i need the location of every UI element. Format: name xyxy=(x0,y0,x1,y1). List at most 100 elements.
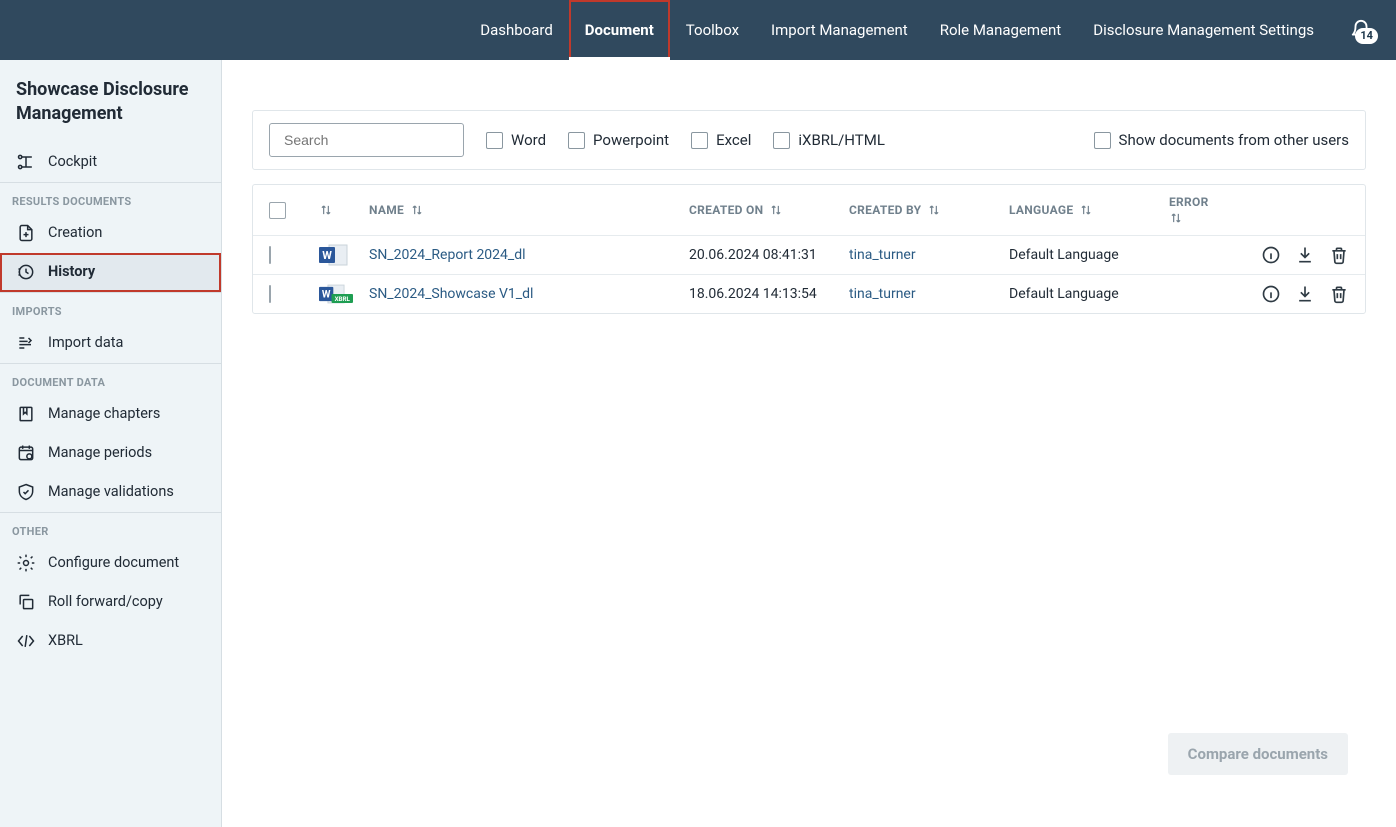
filter-powerpoint[interactable]: Powerpoint xyxy=(568,131,669,149)
checkbox-icon xyxy=(1094,132,1111,149)
cell-language: Default Language xyxy=(1009,247,1169,263)
cell-language: Default Language xyxy=(1009,286,1169,302)
search-input[interactable] xyxy=(284,132,465,148)
col-name[interactable]: NAME xyxy=(369,203,689,217)
compare-documents-button[interactable]: Compare documents xyxy=(1168,733,1348,775)
filter-excel[interactable]: Excel xyxy=(691,131,751,149)
top-navbar: Dashboard Document Toolbox Import Manage… xyxy=(0,0,1396,60)
word-xbrl-file-icon: W XBRL xyxy=(319,281,353,307)
table-header-row: NAME CREATED ON CREATED BY LANGUAGE ERRO… xyxy=(253,185,1365,235)
nav-dashboard[interactable]: Dashboard xyxy=(464,0,569,60)
download-button[interactable] xyxy=(1295,284,1315,304)
checkbox-icon xyxy=(773,132,790,149)
sidebar-item-label: Creation xyxy=(48,224,102,241)
filter-label: Show documents from other users xyxy=(1119,131,1349,149)
sidebar-item-label: Import data xyxy=(48,334,123,351)
download-button[interactable] xyxy=(1295,245,1315,265)
row-checkbox[interactable] xyxy=(269,246,271,264)
delete-button[interactable] xyxy=(1329,284,1349,304)
content-area: Word Powerpoint Excel iXBRL/HTML Show do… xyxy=(222,60,1396,827)
table-row: W SN_2024_Report 2024_dl 20.06.2024 08:4… xyxy=(253,235,1365,274)
cell-created-on: 20.06.2024 08:41:31 xyxy=(689,247,849,263)
shield-check-icon xyxy=(16,482,36,502)
sidebar-group-other: OTHER xyxy=(0,513,221,544)
sidebar-item-xbrl[interactable]: XBRL xyxy=(0,622,221,661)
sidebar-group-imports: IMPORTS xyxy=(0,293,221,324)
filter-label: iXBRL/HTML xyxy=(798,131,885,149)
col-error[interactable]: ERROR xyxy=(1169,195,1229,225)
sort-icon xyxy=(1169,211,1183,225)
checkbox-icon xyxy=(486,132,503,149)
word-file-icon: W xyxy=(319,242,353,268)
cell-created-by[interactable]: tina_turner xyxy=(849,247,1009,263)
row-checkbox[interactable] xyxy=(269,285,271,303)
filter-word[interactable]: Word xyxy=(486,131,546,149)
sidebar-item-history[interactable]: History xyxy=(0,253,221,292)
app-title: Showcase Disclosure Management xyxy=(0,60,221,143)
copy-icon xyxy=(16,592,36,612)
col-created-by[interactable]: CREATED BY xyxy=(849,203,1009,217)
sidebar-item-label: Configure document xyxy=(48,554,179,571)
sidebar: Showcase Disclosure Management Cockpit R… xyxy=(0,60,222,827)
info-button[interactable] xyxy=(1261,245,1281,265)
sort-icon xyxy=(410,203,424,217)
search-input-wrapper[interactable] xyxy=(269,123,464,157)
checkbox-icon xyxy=(691,132,708,149)
sort-icon[interactable] xyxy=(319,203,333,217)
filter-ixbrl[interactable]: iXBRL/HTML xyxy=(773,131,885,149)
svg-text:W: W xyxy=(322,249,332,262)
gear-icon xyxy=(16,553,36,573)
sidebar-group-results: RESULTS DOCUMENTS xyxy=(0,183,221,214)
history-icon xyxy=(16,262,36,282)
document-name-link[interactable]: SN_2024_Showcase V1_dl xyxy=(369,286,689,302)
nav-import-management[interactable]: Import Management xyxy=(755,0,924,60)
cell-created-on: 18.06.2024 14:13:54 xyxy=(689,286,849,302)
filter-card: Word Powerpoint Excel iXBRL/HTML Show do… xyxy=(252,110,1366,170)
documents-table: NAME CREATED ON CREATED BY LANGUAGE ERRO… xyxy=(252,184,1366,314)
sort-icon xyxy=(769,203,783,217)
sidebar-item-label: XBRL xyxy=(48,632,83,649)
document-name-link[interactable]: SN_2024_Report 2024_dl xyxy=(369,247,689,263)
sidebar-item-manage-periods[interactable]: Manage periods xyxy=(0,434,221,473)
nav-toolbox[interactable]: Toolbox xyxy=(670,0,755,60)
sidebar-item-label: History xyxy=(48,263,95,280)
col-created-on[interactable]: CREATED ON xyxy=(689,203,849,217)
bookmark-icon xyxy=(16,404,36,424)
sidebar-item-roll-forward[interactable]: Roll forward/copy xyxy=(0,583,221,622)
sort-icon xyxy=(1079,203,1093,217)
filter-label: Powerpoint xyxy=(593,131,669,149)
sidebar-item-label: Roll forward/copy xyxy=(48,593,163,610)
table-row: W XBRL SN_2024_Showcase V1_dl 18.06.2024… xyxy=(253,274,1365,313)
checkbox-icon xyxy=(568,132,585,149)
notifications-button[interactable]: 14 xyxy=(1350,19,1372,41)
import-icon xyxy=(16,333,36,353)
nav-disclosure-settings[interactable]: Disclosure Management Settings xyxy=(1077,0,1330,60)
sidebar-item-label: Manage chapters xyxy=(48,405,160,422)
nav-role-management[interactable]: Role Management xyxy=(924,0,1078,60)
delete-button[interactable] xyxy=(1329,245,1349,265)
sidebar-item-label: Manage periods xyxy=(48,444,152,461)
sidebar-item-cockpit[interactable]: Cockpit xyxy=(0,143,221,182)
info-button[interactable] xyxy=(1261,284,1281,304)
sidebar-item-configure-document[interactable]: Configure document xyxy=(0,544,221,583)
code-icon xyxy=(16,631,36,651)
cockpit-icon xyxy=(16,152,36,172)
sidebar-item-manage-chapters[interactable]: Manage chapters xyxy=(0,395,221,434)
cell-created-by[interactable]: tina_turner xyxy=(849,286,1009,302)
notification-count-badge: 14 xyxy=(1355,28,1378,44)
svg-text:XBRL: XBRL xyxy=(335,295,351,303)
sidebar-item-creation[interactable]: Creation xyxy=(0,214,221,253)
col-language[interactable]: LANGUAGE xyxy=(1009,203,1169,217)
calendar-icon xyxy=(16,443,36,463)
filter-label: Word xyxy=(511,131,546,149)
sidebar-group-document-data: DOCUMENT DATA xyxy=(0,364,221,395)
sort-icon xyxy=(927,203,941,217)
nav-document[interactable]: Document xyxy=(569,0,670,60)
sidebar-item-manage-validations[interactable]: Manage validations xyxy=(0,473,221,512)
sidebar-item-import-data[interactable]: Import data xyxy=(0,324,221,363)
filter-show-other-users[interactable]: Show documents from other users xyxy=(1094,131,1349,149)
sidebar-item-label: Cockpit xyxy=(48,153,97,170)
filter-label: Excel xyxy=(716,131,751,149)
document-plus-icon xyxy=(16,223,36,243)
select-all-checkbox[interactable] xyxy=(269,202,286,219)
